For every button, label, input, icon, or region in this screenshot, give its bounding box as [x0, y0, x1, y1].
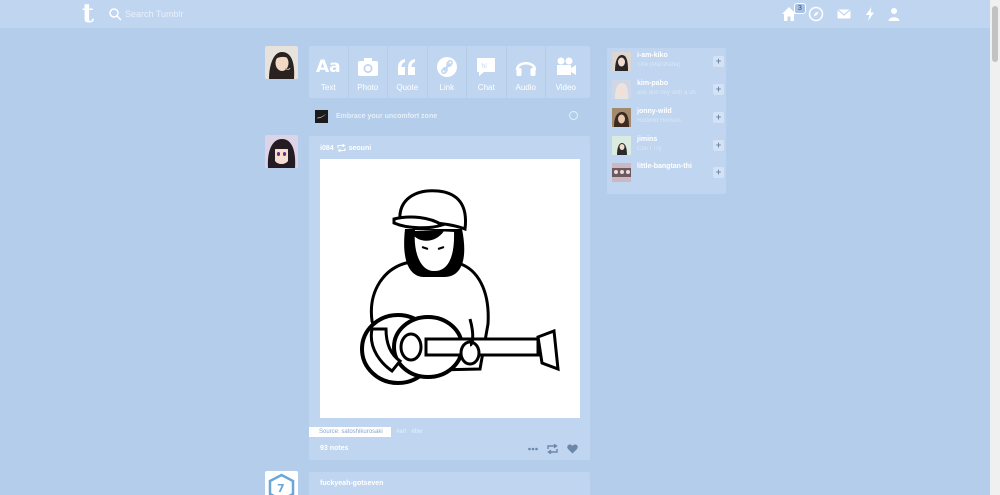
post-actions	[528, 444, 578, 454]
reblog-icon	[337, 144, 346, 152]
blog-name[interactable]: i-am-kiko	[637, 52, 668, 59]
guitar-girl-illustration	[360, 189, 560, 385]
home-notification-badge: 3	[794, 3, 806, 14]
tumblr-logo[interactable]: t	[82, 1, 102, 27]
text-icon: Aa	[315, 57, 341, 77]
post-type-chat[interactable]: hi Chat	[467, 46, 507, 98]
more-options-icon[interactable]	[528, 447, 538, 451]
blog-name[interactable]: little-bangtan-thi	[637, 163, 692, 170]
post-type-text[interactable]: Aa Text	[309, 46, 349, 98]
post-type-photo[interactable]: Photo	[349, 46, 388, 98]
next-post-author-avatar[interactable]: 7	[265, 471, 298, 495]
scrollbar-thumb[interactable]	[992, 6, 998, 62]
follow-button[interactable]: +	[713, 140, 724, 151]
compass-icon[interactable]	[808, 6, 824, 22]
recommended-blog-item[interactable]: jonny-wild Rodwild Henson +	[612, 108, 724, 128]
headphones-icon	[515, 62, 536, 76]
post-header: i084 seouni	[320, 144, 371, 152]
post-type-label: Link	[439, 83, 455, 92]
sponsored-promo[interactable]: Embrace your uncomfort zone	[309, 107, 590, 125]
blog-title: Rodwild Henson	[637, 118, 681, 124]
post-type-label: Text	[320, 83, 336, 92]
follow-button[interactable]: +	[713, 167, 724, 178]
recommended-blogs-panel: i-am-kiko Title (Marshaha) + kim-pabo an…	[607, 48, 726, 194]
follow-button[interactable]: +	[713, 84, 724, 95]
blog-name[interactable]: jimins	[637, 136, 657, 143]
post-type-link[interactable]: Link	[428, 46, 467, 98]
promo-text: Embrace your uncomfort zone	[336, 112, 438, 120]
camera-icon	[357, 58, 378, 76]
quote-icon	[398, 59, 416, 75]
post-type-video[interactable]: Video	[546, 46, 586, 98]
post-notes-count[interactable]: 93 notes	[320, 445, 348, 452]
post-card: i084 seouni Source: satoshikurosaki #art…	[309, 136, 590, 460]
blog-avatar	[612, 163, 631, 182]
top-navigation-bar: t 3	[0, 0, 990, 28]
post-tags-row: Source: satoshikurosaki #art #bw	[309, 427, 422, 437]
next-post-card: fuckyeah-gotseven	[309, 472, 590, 495]
post-source-link[interactable]: Source: satoshikurosaki	[309, 427, 391, 437]
search-icon	[109, 8, 122, 21]
post-illustration[interactable]	[320, 159, 580, 418]
post-tag-bw[interactable]: #bw	[411, 429, 422, 435]
post-type-audio[interactable]: Audio	[507, 46, 546, 98]
post-type-label: Video	[555, 83, 576, 92]
chat-icon: hi	[477, 58, 496, 76]
recommended-blog-item[interactable]: jimins Can I Try +	[612, 136, 724, 156]
post-author-avatar[interactable]	[265, 135, 298, 168]
svg-text:7: 7	[277, 482, 285, 495]
video-camera-icon	[556, 57, 576, 75]
post-header: fuckyeah-gotseven	[320, 480, 383, 487]
blog-avatar	[612, 136, 631, 155]
post-tag-art[interactable]: #art	[396, 429, 406, 435]
recommended-blog-item[interactable]: kim-pabo ano ano hey with a uh +	[612, 80, 724, 100]
follow-button[interactable]: +	[713, 112, 724, 123]
blog-name[interactable]: jonny-wild	[637, 108, 672, 115]
blog-avatar	[612, 80, 631, 99]
search-input[interactable]	[125, 9, 275, 19]
post-author-link[interactable]: i084	[320, 145, 334, 152]
blog-avatar	[612, 52, 631, 71]
recommended-blog-item[interactable]: i-am-kiko Title (Marshaha) +	[612, 52, 724, 72]
post-author-link[interactable]: fuckyeah-gotseven	[320, 480, 383, 487]
blog-title: ano ano hey with a uh	[637, 90, 696, 96]
post-type-label: Audio	[515, 83, 536, 92]
mail-icon[interactable]	[836, 6, 852, 22]
blog-avatar	[612, 108, 631, 127]
blog-title: Title (Marshaha)	[637, 62, 681, 68]
follow-button[interactable]: +	[713, 56, 724, 67]
page-scrollbar[interactable]	[990, 0, 1000, 495]
recommended-blog-item[interactable]: little-bangtan-thi +	[612, 163, 724, 183]
user-avatar[interactable]	[265, 46, 298, 79]
link-icon	[436, 57, 457, 77]
search-bar[interactable]	[108, 4, 288, 24]
post-type-label: Photo	[357, 83, 379, 92]
post-type-label: Quote	[396, 83, 419, 92]
post-type-quote[interactable]: Quote	[388, 46, 428, 98]
svg-text:hi: hi	[482, 63, 488, 70]
reblogged-from-link[interactable]: seouni	[349, 145, 372, 152]
post-composer: Aa Text Photo Quote Link hi Chat Audio V…	[309, 46, 590, 98]
like-heart-icon[interactable]	[567, 444, 578, 454]
activity-bolt-icon[interactable]	[862, 6, 878, 22]
promo-arrow-icon[interactable]	[569, 111, 578, 120]
blog-title: Can I Try	[637, 146, 662, 152]
account-icon[interactable]	[886, 6, 902, 22]
nike-logo	[315, 109, 328, 123]
post-type-label: Chat	[477, 83, 495, 92]
blog-name[interactable]: kim-pabo	[637, 80, 668, 87]
reblog-button-icon[interactable]	[547, 444, 558, 454]
